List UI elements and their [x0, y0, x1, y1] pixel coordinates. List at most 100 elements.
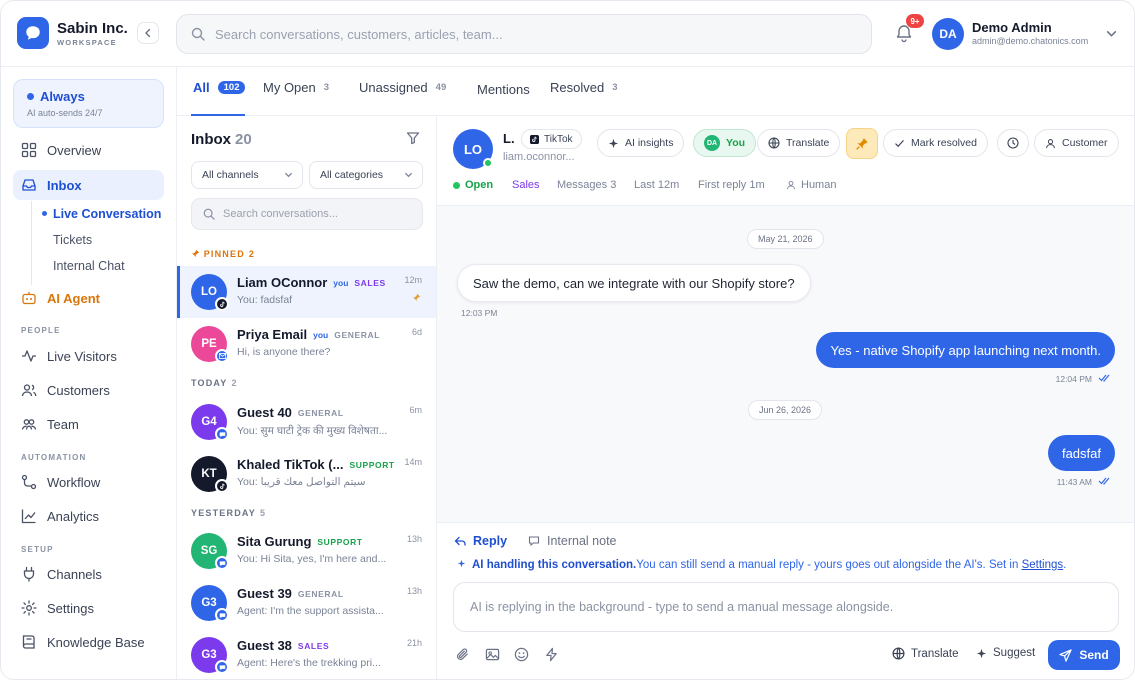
- user-avatar[interactable]: DA: [932, 18, 964, 50]
- group-count: 2: [231, 378, 238, 388]
- sidebar-item-customers[interactable]: Customers: [13, 375, 164, 405]
- sidebar-item-label: Inbox: [47, 177, 82, 193]
- workspace-subtitle: WORKSPACE: [57, 38, 117, 47]
- sidebar-item-label: Channels: [47, 566, 102, 582]
- suggest-button[interactable]: Suggest: [976, 647, 1035, 659]
- note-icon: [528, 536, 540, 547]
- filter-icon[interactable]: [406, 131, 420, 145]
- composer: Reply Internal note AI handling this con…: [437, 522, 1134, 679]
- conversation-time: 14m: [404, 457, 422, 467]
- search-icon: [191, 27, 205, 41]
- internal-note-label: Internal note: [547, 534, 617, 548]
- assignee-button[interactable]: DA You: [693, 129, 757, 157]
- composer-translate-button[interactable]: Translate: [892, 647, 959, 660]
- ai-notice-end: .: [1063, 559, 1067, 571]
- tab-label: All: [193, 80, 210, 95]
- conversation-item[interactable]: G3 Guest 38 SALES 21h Agent: Here's the t…: [177, 629, 436, 679]
- tab-resolved[interactable]: Resolved 3: [550, 80, 618, 95]
- snooze-button[interactable]: [997, 129, 1029, 157]
- translate-button[interactable]: Translate: [757, 129, 841, 157]
- sidebar-sub-live-conversation[interactable]: Live Conversation: [53, 207, 161, 221]
- conversation-search-input[interactable]: Search conversations...: [191, 198, 423, 230]
- conversation-item[interactable]: SG Sita Gurung SUPPORT 13h You: Hi Sita, …: [177, 525, 436, 577]
- sidebar-item-ai-agent[interactable]: AI Agent: [13, 283, 164, 313]
- you-tag: you: [333, 277, 349, 288]
- sidebar-item-channels[interactable]: Channels: [13, 559, 164, 589]
- conversation-time: 12m: [404, 275, 422, 285]
- send-button[interactable]: Send: [1048, 640, 1120, 670]
- sidebar-item-live-visitors[interactable]: Live Visitors: [13, 341, 164, 371]
- chat-bubble-icon: [215, 427, 229, 441]
- lightning-icon[interactable]: [544, 647, 559, 662]
- chevron-down-icon: [284, 172, 293, 178]
- sidebar-sub-tickets[interactable]: Tickets: [53, 233, 92, 247]
- sidebar-item-settings[interactable]: Settings: [13, 593, 164, 623]
- team-icon: [21, 419, 37, 430]
- user-name[interactable]: Demo Admin: [972, 20, 1052, 35]
- group-today: TODAY 2: [191, 378, 238, 388]
- emoji-icon[interactable]: [514, 647, 529, 662]
- tab-mentions[interactable]: Mentions: [477, 82, 530, 97]
- sidebar-item-overview[interactable]: Overview: [13, 135, 164, 165]
- mark-resolved-label: Mark resolved: [911, 137, 977, 149]
- conversation-item[interactable]: G4 Guest 40 GENERAL 6m You: सुम घाटी ट्रे…: [177, 396, 436, 448]
- contact-name: L.: [503, 131, 515, 146]
- submenu-line: [31, 201, 32, 285]
- paperclip-icon[interactable]: [455, 647, 470, 662]
- category-tag: SALES: [354, 277, 386, 288]
- reply-icon: [454, 536, 466, 546]
- email-icon: [215, 349, 229, 363]
- inbox-title-text: Inbox: [191, 131, 231, 148]
- conversation-item[interactable]: LO Liam OConnor you SALES 12m You: fadsfaf: [177, 266, 436, 318]
- conversation-time: 6m: [409, 405, 422, 415]
- notification-badge: 9+: [906, 14, 924, 28]
- tiktok-icon: [215, 479, 229, 493]
- tab-unassigned[interactable]: Unassigned 49: [359, 80, 446, 95]
- conversation-item[interactable]: G3 Guest 39 GENERAL 13h Agent: I'm the su…: [177, 577, 436, 629]
- chat-bubble-icon[interactable]: [17, 17, 49, 49]
- ai-insights-label: AI insights: [625, 137, 674, 149]
- channel-filter-select[interactable]: All channels: [191, 161, 303, 189]
- sidebar-item-inbox[interactable]: Inbox: [13, 170, 164, 200]
- category-badge[interactable]: Sales: [512, 179, 540, 191]
- tab-reply[interactable]: Reply: [454, 534, 507, 548]
- global-search-placeholder: Search conversations, customers, article…: [215, 26, 503, 42]
- image-icon[interactable]: [485, 647, 500, 662]
- message-time: 12:04 PM: [1055, 374, 1092, 384]
- contact-name: Guest 38: [237, 638, 292, 653]
- contact-name: Guest 40: [237, 405, 292, 420]
- collapse-sidebar-button[interactable]: [137, 22, 159, 44]
- sidebar-item-knowledge-base[interactable]: Knowledge Base: [13, 627, 164, 657]
- sidebar-item-workflow[interactable]: Workflow: [13, 467, 164, 497]
- tab-all[interactable]: All 102: [193, 80, 246, 95]
- sidebar-item-label: Team: [47, 416, 79, 432]
- conversation-item[interactable]: KT Khaled TikTok (... SUPPORT 14m You: سي…: [177, 448, 436, 500]
- ai-mode-card[interactable]: Always AI auto-sends 24/7: [13, 79, 164, 128]
- global-search-input[interactable]: Search conversations, customers, article…: [176, 14, 872, 54]
- user-icon: [787, 180, 795, 190]
- settings-link[interactable]: Settings: [1022, 559, 1064, 571]
- tab-internal-note[interactable]: Internal note: [528, 534, 617, 548]
- sidebar-item-analytics[interactable]: Analytics: [13, 501, 164, 531]
- customer-button[interactable]: Customer: [1034, 129, 1119, 157]
- status-badge[interactable]: Open: [453, 179, 493, 191]
- tab-count: 49: [435, 82, 447, 93]
- ai-insights-button[interactable]: AI insights: [597, 129, 685, 157]
- sidebar-item-team[interactable]: Team: [13, 409, 164, 439]
- group-label: YESTERDAY: [191, 508, 256, 518]
- double-check-icon: [1098, 374, 1110, 382]
- sidebar-sub-internal-chat[interactable]: Internal Chat: [53, 259, 125, 273]
- pin-icon[interactable]: [412, 293, 421, 302]
- contact-name: Khaled TikTok (...: [237, 457, 344, 472]
- ai-mode-subtitle: AI auto-sends 24/7: [27, 108, 103, 118]
- tab-my-open[interactable]: My Open 3: [263, 80, 329, 95]
- mark-resolved-button[interactable]: Mark resolved: [883, 129, 988, 157]
- pin-conversation-button[interactable]: [846, 128, 878, 159]
- chevron-down-icon[interactable]: [1106, 28, 1117, 39]
- check-icon: [895, 139, 904, 147]
- sidebar-item-label: AI Agent: [47, 290, 100, 306]
- category-filter-select[interactable]: All categories: [309, 161, 423, 189]
- category-tag: GENERAL: [297, 407, 344, 418]
- conversation-item[interactable]: PE Priya Email you GENERAL 6d Hi, is anyon…: [177, 318, 436, 370]
- message-input[interactable]: AI is replying in the background - type …: [453, 582, 1119, 632]
